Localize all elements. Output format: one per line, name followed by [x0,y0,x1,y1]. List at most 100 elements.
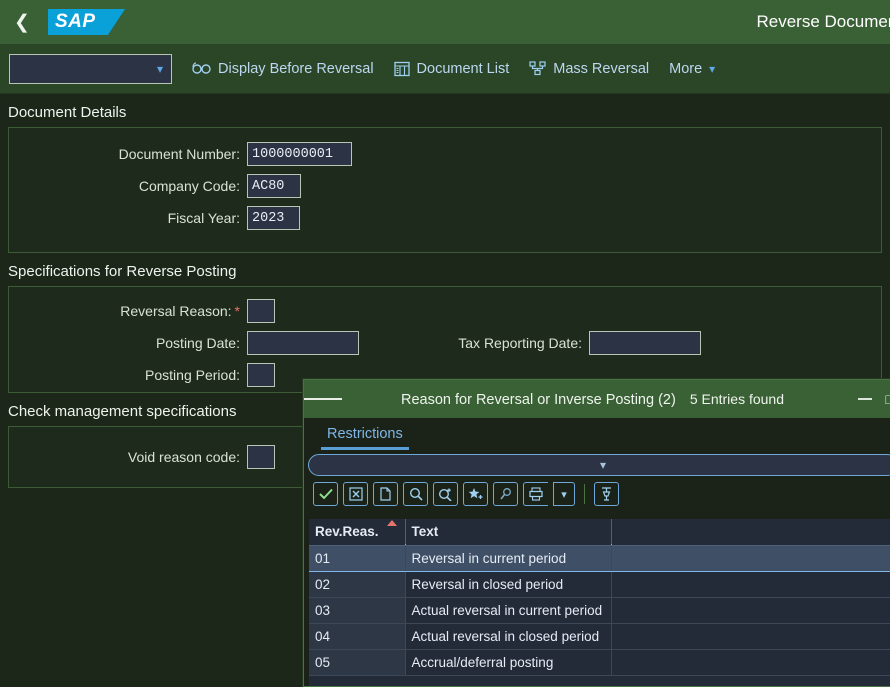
minimize-icon [857,398,872,400]
table-body: 01 Reversal in current period 02 Reversa… [309,544,890,676]
void-reason-code-label: Void reason code: [127,449,240,465]
cell-text: Reversal in closed period [405,571,612,598]
posting-date-input[interactable] [247,331,359,355]
field-row-reversal-reason: Reversal Reason: * [9,295,359,327]
maximize-button[interactable]: □ [886,392,890,406]
cell-rev-reas: 05 [309,649,406,676]
cell-empty [611,571,890,598]
confirm-icon[interactable] [313,482,338,506]
cell-text: Accrual/deferral posting [405,649,612,676]
cell-rev-reas: 01 [309,545,406,572]
table-row[interactable]: 01 Reversal in current period [309,544,890,572]
field-row-document-number: Document Number: 1000000001 [9,138,881,170]
logo-triangle [108,9,125,35]
tab-restrictions[interactable]: Restrictions [321,426,409,450]
cell-text: Actual reversal in closed period [405,623,612,650]
column-header-rev-reas[interactable]: Rev.Reas. [309,519,406,546]
minimize-button[interactable] [857,398,872,400]
cell-rev-reas: 04 [309,623,406,650]
app-root: ❮ SAP Reverse Document ▾ Display Before … [0,0,890,687]
page-title: Reverse Document [756,12,890,31]
fiscal-year-input[interactable]: 2023 [247,206,300,230]
back-button[interactable]: ❮ [0,0,44,44]
table-row[interactable]: 03 Actual reversal in current period [309,597,890,624]
document-details-panel: Document Number: 1000000001 Company Code… [8,127,882,253]
spacer-row [413,295,701,327]
fiscal-year-label: Fiscal Year: [167,210,240,226]
cell-empty [611,623,890,650]
posting-period-label: Posting Period: [145,367,240,383]
search-icon[interactable] [403,482,428,506]
table-list-icon [393,61,410,77]
cell-empty [611,597,890,624]
personalize-icon[interactable] [493,482,518,506]
dialog-tabs: Restrictions [304,418,890,450]
cell-rev-reas: 03 [309,597,406,624]
reverse-posting-columns: Reversal Reason: * Posting Date: Posting … [9,295,881,391]
company-code-input[interactable]: AC80 [247,174,301,198]
dialog-window-controls: □ [857,380,890,418]
field-row-posting-date: Posting Date: [9,327,359,359]
value-help-table-wrapper[interactable]: Rev.Reas. Text 01 Reversal in current pe… [309,519,890,686]
sort-ascending-icon [386,520,397,526]
document-details-heading: Document Details [8,104,127,121]
add-favorite-icon[interactable] [463,482,488,506]
glasses-icon [192,62,211,75]
search-next-icon[interactable] [433,482,458,506]
chevron-left-icon: ❮ [14,11,30,33]
cancel-icon[interactable] [343,482,368,506]
cell-text: Reversal in current period [405,545,612,572]
dialog-entries-count: 5 Entries found [689,390,784,407]
dialog-toolbar: ▾ [304,476,890,508]
dialog-title: Reason for Reversal or Inverse Posting (… [401,391,676,408]
sap-logo: SAP [48,9,125,35]
field-row-tax-reporting-date: Tax Reporting Date: [413,327,701,359]
toolbar-divider [584,484,585,504]
action-toolbar: ▾ Display Before Reversal Document List … [0,44,890,94]
document-number-input[interactable]: 1000000001 [247,142,352,166]
chevron-down-icon: ▾ [156,61,163,76]
more-button[interactable]: More ▾ [669,61,715,77]
table-row[interactable]: 02 Reversal in closed period [309,571,890,598]
print-icon[interactable] [523,482,548,506]
more-label: More [669,60,703,77]
column-header-empty [611,519,890,546]
chevron-down-icon: ▾ [709,61,716,76]
reverse-posting-right-column: Tax Reporting Date: [413,295,701,391]
chevron-down-icon: ▾ [599,458,607,472]
reverse-posting-left-column: Reversal Reason: * Posting Date: Posting … [9,295,359,391]
company-code-label: Company Code: [138,178,240,194]
print-dropdown-icon[interactable]: ▾ [553,482,575,506]
reverse-posting-heading: Specifications for Reverse Posting [8,263,237,280]
document-list-button[interactable]: Document List [393,60,510,77]
restrictions-expander[interactable]: ▾ [308,454,890,476]
filter-icon[interactable] [594,482,619,506]
copy-icon[interactable] [373,482,398,506]
table-row[interactable]: 05 Accrual/deferral posting [309,649,890,676]
cell-rev-reas: 02 [309,571,406,598]
reversal-reason-input[interactable] [247,299,275,323]
view-select[interactable]: ▾ [9,53,172,84]
cell-empty [611,649,890,676]
shell-header: ❮ SAP Reverse Document [0,0,890,44]
posting-period-input[interactable] [247,363,275,387]
tax-reporting-date-label: Tax Reporting Date: [458,335,582,351]
document-number-label: Document Number: [118,146,240,162]
display-before-reversal-button[interactable]: Display Before Reversal [192,61,374,77]
dialog-header: Reason for Reversal or Inverse Posting (… [304,380,890,418]
mass-reversal-icon [529,61,546,76]
mass-reversal-button[interactable]: Mass Reversal [529,61,649,77]
document-list-label: Document List [416,60,510,77]
cell-empty [611,545,890,572]
field-row-fiscal-year: Fiscal Year: 2023 [9,202,881,234]
tax-reporting-date-input[interactable] [589,331,701,355]
void-reason-code-input[interactable] [247,445,275,469]
table-row[interactable]: 04 Actual reversal in closed period [309,623,890,650]
mass-reversal-label: Mass Reversal [553,60,650,77]
column-header-text[interactable]: Text [405,519,612,546]
cell-text: Actual reversal in current period [405,597,612,624]
table-header-row: Rev.Reas. Text [309,519,890,546]
dialog-title-group: Reason for Reversal or Inverse Posting (… [401,391,784,408]
posting-date-label: Posting Date: [155,335,240,351]
hamburger-menu-icon[interactable] [304,380,343,418]
